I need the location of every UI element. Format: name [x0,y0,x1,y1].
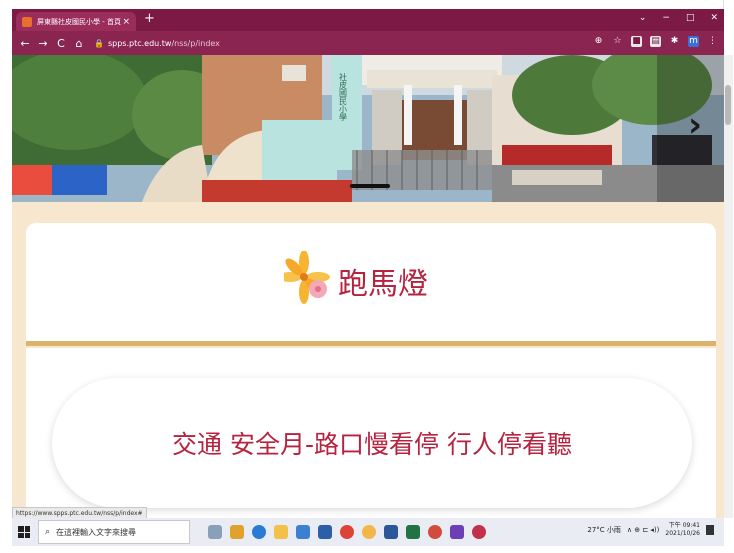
chrome-icon[interactable] [472,525,486,539]
search-placeholder: 在這裡輸入文字來搜尋 [56,527,137,537]
excel-icon[interactable] [406,525,420,539]
home-button[interactable]: ⌂ [74,37,84,50]
app-icon[interactable] [450,525,464,539]
hero-banner: 社皮國民小學 › [12,55,724,202]
app-icon[interactable] [318,525,332,539]
file-explorer-icon[interactable] [274,525,288,539]
app-icon[interactable] [296,525,310,539]
window-controls: ⌄ − □ ✕ [639,13,718,23]
extensions-puzzle-icon[interactable]: ✱ [669,36,680,47]
tray-icons[interactable]: ∧ ⊕ ⊏ ◂)) [627,526,660,534]
maximize-button[interactable]: □ [686,13,695,23]
close-window-button[interactable]: ✕ [710,13,718,23]
extension-icon[interactable]: ▤ [650,36,661,47]
web-page: 社皮國民小學 › 跑馬燈 交通 安全月-路口慢看停 行人停看聽 [12,55,724,518]
marquee-content: 交通 安全月-路口慢看停 行人停看聽 [26,348,716,518]
edge-icon[interactable] [252,525,266,539]
flower-icon [284,251,330,304]
word-icon[interactable] [384,525,398,539]
app-icon[interactable] [362,525,376,539]
windows-taskbar: ⌕ 在這裡輸入文字來搜尋 27°C 小雨 ∧ ⊕ ⊏ ◂)) 下午 09:41 … [12,518,724,546]
school-gate-photo: 社皮國民小學 [12,55,724,202]
carousel-next-button[interactable]: › [670,75,720,175]
clock[interactable]: 下午 09:41 2021/10/26 [665,522,700,538]
section-heading: 跑馬燈 [284,251,428,311]
url-host: spps.ptc.edu.tw [107,38,172,48]
clock-date: 2021/10/26 [665,530,700,537]
extension-icon[interactable]: ■ [631,36,642,47]
url-field[interactable]: spps.ptc.edu.tw/nss/p/index [108,39,220,48]
marquee-section-header: 跑馬燈 [26,223,716,346]
lock-icon[interactable]: 🔒 [94,39,104,48]
menu-kebab-icon[interactable]: ⋮ [707,36,718,47]
page-scrollbar[interactable] [724,55,733,518]
section-title: 跑馬燈 [338,267,428,302]
browser-tab[interactable]: 屏東縣社皮國民小學 - 首頁 × [16,12,136,31]
school-vertical-sign: 社皮國民小學 [339,72,348,122]
back-button[interactable]: ← [20,37,30,50]
system-tray: 27°C 小雨 ∧ ⊕ ⊏ ◂)) 下午 09:41 2021/10/26 [587,522,714,538]
browser-title-bar: 屏東縣社皮國民小學 - 首頁 × + ⌄ − □ ✕ [12,9,724,31]
chrome-icon[interactable] [340,525,354,539]
task-view-icon[interactable] [208,525,222,539]
tab-close-icon[interactable]: × [122,17,130,27]
forward-button[interactable]: → [38,37,48,50]
school-favicon-icon [22,16,32,27]
address-bar: ← → C ⌂ 🔒 spps.ptc.edu.tw/nss/p/index ⊕ … [12,31,724,55]
weather-widget[interactable]: 27°C 小雨 [587,525,621,535]
zoom-icon[interactable]: ⊕ [593,36,604,47]
tab-title: 屏東縣社皮國民小學 - 首頁 [37,17,121,26]
marquee-text[interactable]: 交通 安全月-路口慢看停 行人停看聽 [172,425,572,461]
reload-button[interactable]: C [56,37,66,50]
notification-icon[interactable] [706,525,714,535]
windows-start-icon[interactable] [18,526,30,538]
taskbar-search-box[interactable]: ⌕ 在這裡輸入文字來搜尋 [38,520,190,544]
scrollbar-thumb[interactable] [725,85,731,125]
clock-time: 下午 09:41 [668,522,700,529]
url-path: /nss/p/index [171,38,220,48]
bottom-edge [0,546,734,553]
new-tab-button[interactable]: + [144,11,155,26]
app-icon[interactable] [230,525,244,539]
tab-search-icon[interactable]: ⌄ [639,13,647,23]
profile-avatar[interactable]: m [688,36,699,47]
bookmark-star-icon[interactable]: ☆ [612,36,623,47]
toolbar-extensions: ⊕ ☆ ■ ▤ ✱ m ⋮ [593,36,718,47]
minimize-button[interactable]: − [662,13,670,23]
chrome-icon[interactable] [428,525,442,539]
marquee-item[interactable]: 交通 安全月-路口慢看停 行人停看聽 [52,378,692,508]
search-icon: ⌕ [45,527,51,537]
window-left-edge [0,0,12,553]
taskbar-apps [208,525,486,539]
